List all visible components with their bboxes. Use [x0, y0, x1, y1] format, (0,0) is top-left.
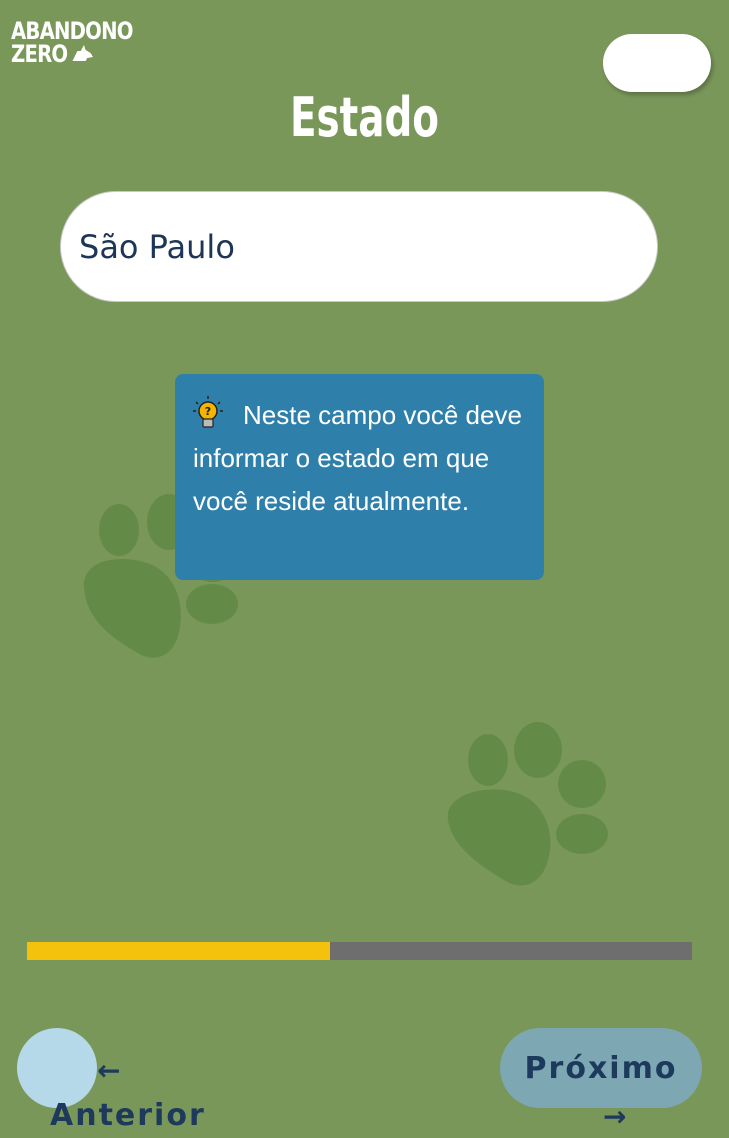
arrow-right-icon[interactable]: → [603, 1100, 626, 1133]
theme-toggle[interactable] [603, 34, 711, 92]
progress-bar [27, 942, 692, 960]
lightbulb-icon: ? [193, 396, 223, 428]
arrow-left-icon[interactable]: ← [97, 1054, 120, 1087]
previous-button[interactable] [17, 1028, 97, 1108]
app-logo: ABANDONO ZERO [11, 19, 159, 68]
tip-box: ? Neste campo você deve informar o estad… [175, 374, 544, 580]
page-title: Estado [289, 86, 440, 149]
logo-line2: ZERO [11, 39, 68, 68]
previous-label[interactable]: Anterior [50, 1098, 206, 1133]
tip-text: Neste campo você deve informar o estado … [193, 400, 522, 516]
dog-head-icon [72, 45, 93, 62]
next-label: Próximo [524, 1050, 678, 1086]
paw-print-icon [447, 722, 608, 886]
state-input[interactable]: São Paulo [60, 191, 658, 302]
next-button[interactable]: Próximo [500, 1028, 702, 1108]
svg-text:?: ? [205, 405, 211, 418]
progress-fill [27, 942, 330, 960]
